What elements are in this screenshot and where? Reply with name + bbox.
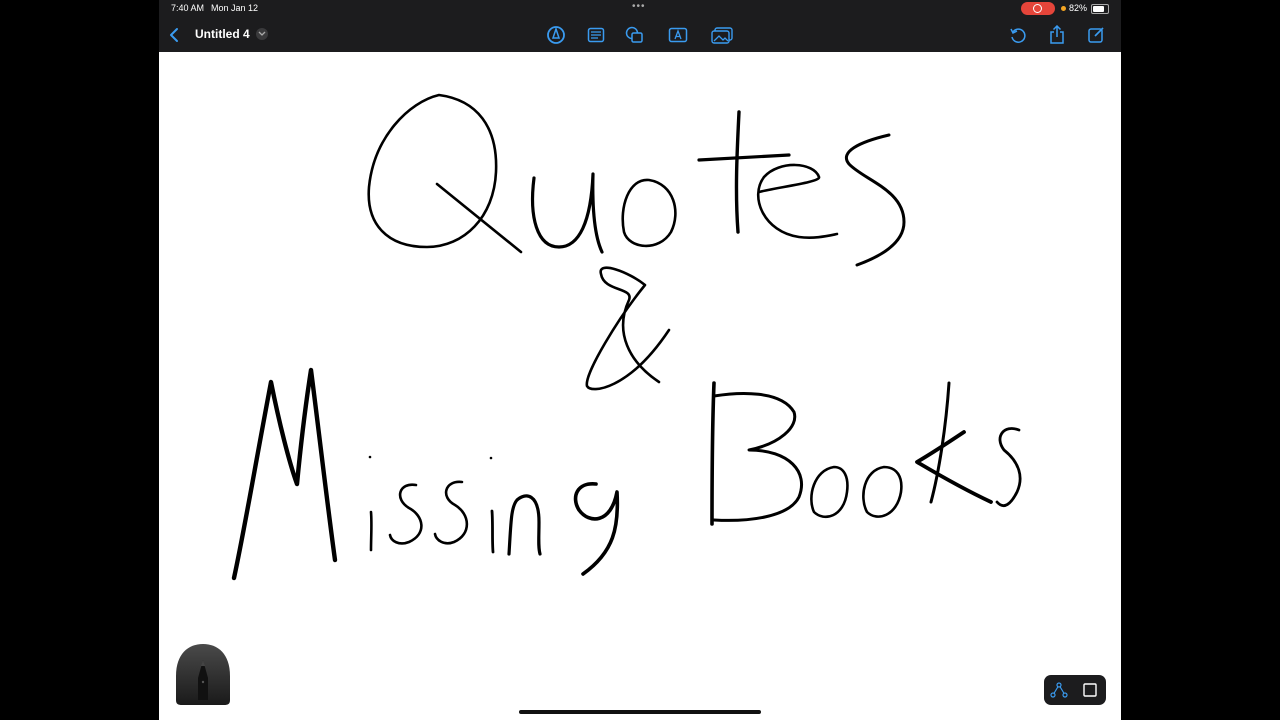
compose-icon (1088, 27, 1104, 43)
back-icon (170, 28, 178, 42)
battery-icon (1091, 4, 1109, 14)
handwriting-missing (231, 367, 620, 581)
image-button[interactable] (709, 22, 735, 48)
status-bar: 7:40 AM Mon Jan 12 ••• 82% (159, 0, 1121, 18)
share-button[interactable] (1044, 22, 1070, 48)
pen-tool-button[interactable] (543, 22, 569, 48)
pencil-tool-icon (176, 644, 230, 705)
chevron-down-icon (258, 31, 266, 36)
document-title[interactable]: Untitled 4 (195, 27, 250, 41)
ipad-screen: 7:40 AM Mon Jan 12 ••• 82% Untitled 4 (159, 0, 1121, 720)
battery-percent: 82% (1069, 3, 1088, 13)
handwriting-ampersand (585, 266, 671, 391)
pen-tool-picker[interactable] (174, 642, 232, 706)
path-nodes-icon (1050, 682, 1068, 698)
rectangle-tool-button[interactable] (1078, 678, 1102, 702)
handwriting-quotes (367, 93, 906, 267)
share-icon (1050, 25, 1064, 44)
undo-button[interactable] (1005, 22, 1031, 48)
mic-indicator-icon (1061, 6, 1066, 11)
text-tool-button[interactable] (665, 22, 691, 48)
multitasking-dots-icon[interactable]: ••• (632, 1, 646, 12)
shapes-icon (625, 26, 643, 43)
home-indicator[interactable] (519, 710, 761, 714)
handwriting-ink (231, 93, 1022, 581)
text-icon (668, 27, 688, 43)
screen-recording-icon[interactable] (1021, 2, 1055, 15)
undo-icon (1010, 28, 1026, 43)
square-icon (1083, 683, 1097, 697)
shapes-button[interactable] (622, 22, 648, 48)
status-date: Mon Jan 12 (211, 3, 259, 13)
pen-tool-icon (547, 26, 565, 44)
text-box-button[interactable] (583, 22, 609, 48)
compose-button[interactable] (1083, 22, 1109, 48)
toolbar: Untitled 4 (159, 18, 1121, 52)
text-box-icon (587, 27, 605, 43)
drawing-canvas[interactable] (159, 52, 1121, 720)
shape-tools-panel (1044, 675, 1106, 705)
battery-fill (1093, 6, 1104, 12)
back-button[interactable] (161, 22, 187, 48)
image-icon (711, 26, 733, 44)
status-time: 7:40 AM (171, 3, 205, 13)
path-tool-button[interactable] (1047, 678, 1071, 702)
title-menu-button[interactable] (256, 28, 268, 40)
handwriting-books (710, 381, 1022, 526)
